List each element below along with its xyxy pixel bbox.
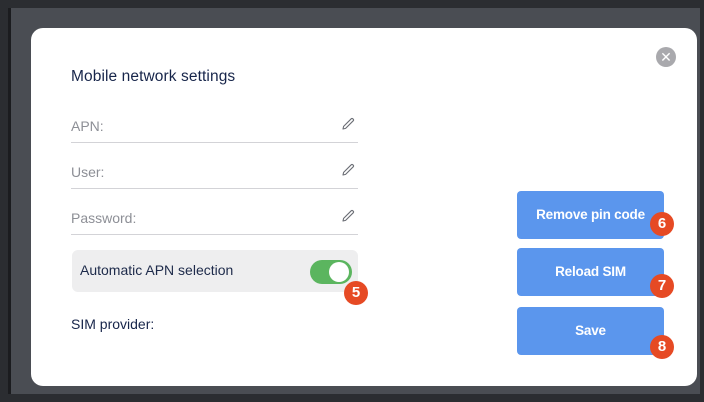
password-field[interactable]: Password: [71,208,358,235]
pencil-icon[interactable] [340,116,356,132]
save-button[interactable]: Save [517,307,664,355]
automatic-apn-toggle[interactable] [310,260,352,284]
reload-sim-button[interactable]: Reload SIM [517,248,664,296]
step-badge-8: 8 [650,335,674,359]
step-badge-5: 5 [344,281,368,305]
pencil-icon[interactable] [340,208,356,224]
close-icon[interactable]: ✕ [656,47,676,67]
remove-pin-code-button[interactable]: Remove pin code [517,191,664,239]
password-label: Password: [71,210,137,226]
automatic-apn-selection-row: Automatic APN selection [72,250,358,292]
user-field[interactable]: User: [71,162,358,189]
dialog-title: Mobile network settings [71,68,236,85]
step-badge-6: 6 [650,212,674,236]
automatic-apn-selection-label: Automatic APN selection [80,262,234,278]
user-label: User: [71,164,105,180]
apn-field[interactable]: APN: [71,116,358,143]
toggle-knob [329,262,349,282]
sim-provider-label: SIM provider: [71,316,155,332]
pencil-icon[interactable] [340,162,356,178]
step-badge-7: 7 [650,274,674,298]
apn-label: APN: [71,118,104,134]
